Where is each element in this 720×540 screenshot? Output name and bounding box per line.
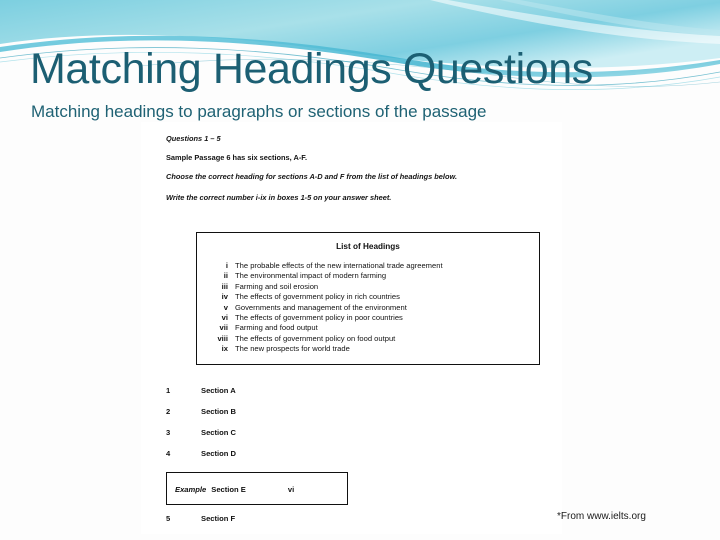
banner-upper-right-tail (430, 0, 720, 44)
section-row: 1 Section A (166, 386, 506, 407)
heading-text: The environmental impact of modern farmi… (235, 271, 387, 281)
section-number: 3 (166, 428, 171, 437)
example-section-label: Section E (211, 485, 246, 494)
list-of-headings-box: List of Headings i The probable effects … (196, 232, 540, 365)
heading-item: viii The effects of government policy on… (197, 334, 539, 344)
example-answer-box: Example Section E vi (166, 472, 348, 505)
page-subtitle: Matching headings to paragraphs or secti… (31, 102, 487, 121)
heading-numeral: ii (223, 271, 228, 281)
section-label: Section D (201, 449, 237, 458)
heading-text: The effects of government policy on food… (235, 333, 396, 343)
heading-numeral: iv (221, 292, 228, 302)
heading-item: iii Farming and soil erosion (197, 282, 539, 292)
banner-upper-right-tail-2 (500, 0, 720, 36)
example-answer-content: Example Section E vi (175, 485, 294, 494)
heading-item: vii Farming and food output (197, 323, 539, 333)
list-of-headings-items: i The probable effects of the new intern… (197, 261, 539, 355)
section-label: Section C (201, 428, 237, 437)
heading-item: ix The new prospects for world trade (197, 344, 539, 354)
instruction-choose-heading: Choose the correct heading for sections … (166, 172, 458, 181)
example-label: Example (175, 485, 207, 494)
instruction-questions-range: Questions 1 – 5 (166, 134, 221, 143)
slide-canvas: Matching Headings Questions Matching hea… (0, 0, 720, 540)
heading-text: Farming and soil erosion (235, 281, 319, 291)
heading-text: The new prospects for world trade (235, 344, 350, 354)
section-answer-list: 1 Section A 2 Section B 3 Section C 4 Se… (166, 386, 506, 470)
heading-item: ii The environmental impact of modern fa… (197, 271, 539, 281)
section-row-final: 5 Section F (166, 514, 235, 523)
instruction-write-number: Write the correct number i-ix in boxes 1… (166, 193, 392, 202)
section-number: 1 (166, 386, 171, 395)
section-number: 2 (166, 407, 171, 416)
heading-text: Governments and management of the enviro… (235, 302, 407, 312)
page-title: Matching Headings Questions (30, 45, 593, 93)
heading-numeral: iii (221, 281, 228, 291)
section-number: 5 (166, 514, 171, 523)
heading-item: v Governments and management of the envi… (197, 303, 539, 313)
section-row: 4 Section D (166, 449, 506, 470)
section-label: Section B (201, 407, 237, 416)
heading-text: The effects of government policy in rich… (235, 292, 400, 302)
section-row: 2 Section B (166, 407, 506, 428)
worksheet-image: Questions 1 – 5 Sample Passage 6 has six… (141, 122, 562, 534)
heading-numeral: viii (217, 333, 228, 343)
instruction-passage-info: Sample Passage 6 has six sections, A-F. (166, 153, 308, 162)
heading-item: i The probable effects of the new intern… (197, 261, 539, 271)
heading-numeral: vi (221, 312, 228, 322)
section-label: Section F (201, 514, 236, 523)
heading-numeral: ix (221, 344, 228, 354)
heading-numeral: vii (219, 323, 228, 333)
source-attribution: *From www.ielts.org (557, 511, 646, 522)
heading-item: iv The effects of government policy in r… (197, 292, 539, 302)
section-row: 3 Section C (166, 428, 506, 449)
heading-text: The probable effects of the new internat… (235, 261, 443, 270)
list-of-headings-title: List of Headings (336, 242, 400, 251)
heading-item: vi The effects of government policy in p… (197, 313, 539, 323)
heading-text: Farming and food output (235, 323, 318, 333)
heading-text: The effects of government policy in poor… (235, 312, 403, 322)
heading-numeral: i (225, 261, 228, 270)
section-number: 4 (166, 449, 171, 458)
section-label: Section A (201, 386, 236, 395)
example-answer-value: vi (287, 485, 295, 494)
heading-numeral: v (223, 302, 228, 312)
